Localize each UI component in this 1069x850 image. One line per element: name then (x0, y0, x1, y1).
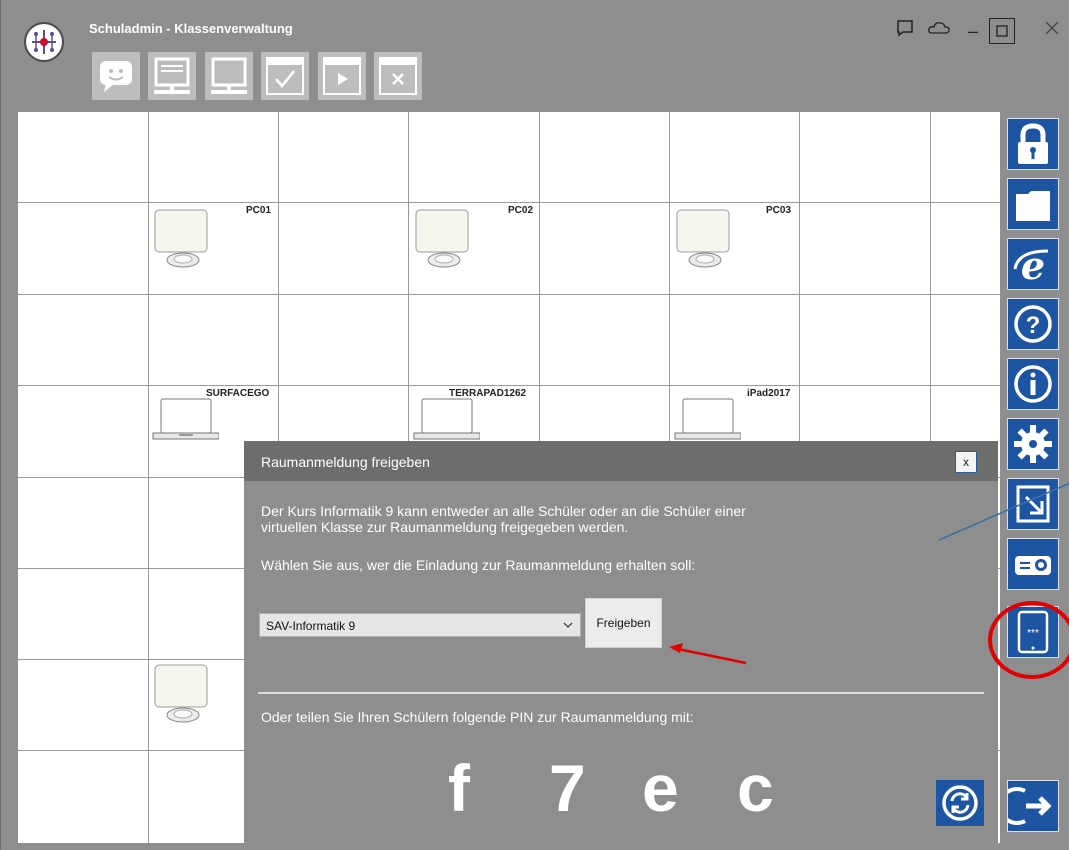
annotation-arrow-line (672, 646, 747, 665)
annotation-pointer-line (938, 482, 1069, 541)
annotation-arrowhead (669, 643, 683, 653)
app-window: Schuladmin - Klassenverwaltung – PC01 PC… (0, 0, 1069, 850)
annotation-arrows (669, 482, 1069, 665)
